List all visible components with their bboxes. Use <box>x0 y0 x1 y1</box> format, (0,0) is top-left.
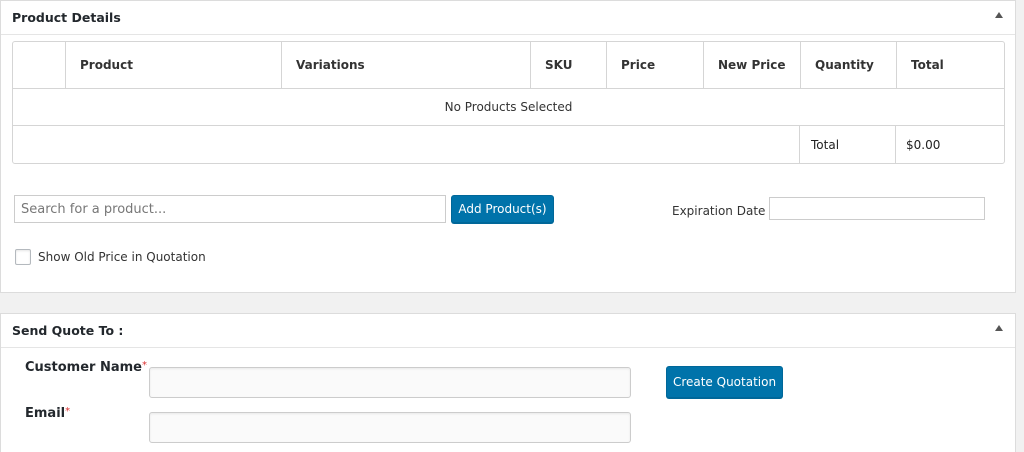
add-products-button[interactable]: Add Product(s) <box>451 195 554 223</box>
column-header-product: Product <box>66 42 282 88</box>
table-header-row: Product Variations SKU Price New Price Q… <box>13 42 1004 89</box>
customer-name-label-text: Customer Name <box>25 360 142 375</box>
column-header-sku: SKU <box>531 42 607 88</box>
product-details-title: Product Details <box>12 10 121 25</box>
products-table: Product Variations SKU Price New Price Q… <box>12 41 1005 164</box>
column-header-new-price: New Price <box>704 42 801 88</box>
send-quote-title: Send Quote To : <box>12 323 124 338</box>
collapse-triangle-icon[interactable] <box>995 12 1003 18</box>
email-label: Email* <box>25 406 70 421</box>
email-label-text: Email <box>25 406 66 421</box>
show-old-price-label[interactable]: Show Old Price in Quotation <box>38 250 206 264</box>
total-label: Total <box>800 126 896 163</box>
total-value: $0.00 <box>906 137 941 152</box>
create-quotation-button[interactable]: Create Quotation <box>666 366 783 398</box>
expiration-date-input[interactable] <box>769 197 985 220</box>
customer-name-label: Customer Name* <box>25 360 147 375</box>
send-quote-header[interactable]: Send Quote To : <box>1 314 1015 348</box>
show-old-price-checkbox[interactable] <box>15 249 31 265</box>
product-details-header[interactable]: Product Details <box>1 1 1015 35</box>
column-header-quantity: Quantity <box>801 42 897 88</box>
total-row: Total $0.00 <box>13 126 1004 163</box>
product-search-input[interactable] <box>14 195 446 223</box>
customer-name-field[interactable] <box>149 367 631 398</box>
required-asterisk: * <box>65 406 71 417</box>
empty-products-row: No Products Selected <box>13 89 1004 126</box>
product-details-panel: Product Details Product Variations SKU P… <box>0 0 1016 293</box>
required-asterisk: * <box>142 360 147 371</box>
column-header-total: Total <box>911 58 944 72</box>
collapse-triangle-icon[interactable] <box>995 325 1003 331</box>
column-header-select <box>13 42 66 88</box>
total-row-spacer <box>13 126 800 163</box>
column-header-price: Price <box>607 42 704 88</box>
email-field[interactable] <box>149 412 631 443</box>
expiration-date-label: Expiration Date : <box>672 204 774 218</box>
column-header-variations: Variations <box>282 42 531 88</box>
